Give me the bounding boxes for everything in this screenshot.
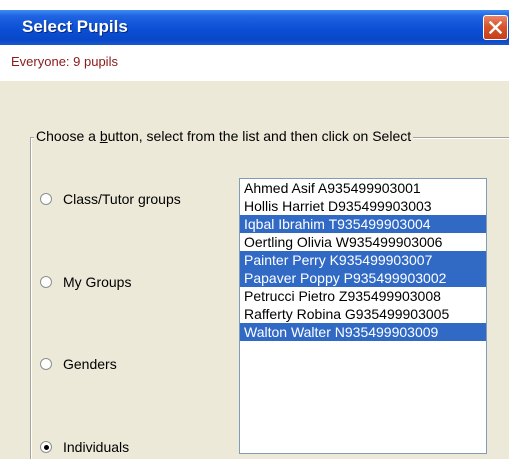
radio-label: Genders (63, 356, 117, 372)
close-button[interactable] (483, 15, 508, 40)
list-item[interactable]: Papaver Poppy P935499903002 (240, 269, 486, 287)
radio-circle[interactable] (40, 276, 52, 288)
pupil-listbox[interactable]: Ahmed Asif A935499903001 Hollis Harriet … (239, 178, 487, 454)
radio-individuals[interactable]: Individuals (40, 439, 129, 455)
groupbox-legend: Choose a button, select from the list an… (34, 128, 414, 144)
radio-circle[interactable] (40, 193, 52, 205)
radio-label: Class/Tutor groups (63, 191, 181, 207)
radio-label: Individuals (63, 439, 130, 455)
radio-label: My Groups (63, 274, 132, 290)
radio-my-groups[interactable]: My Groups (40, 274, 131, 290)
radio-class-tutor-groups[interactable]: Class/Tutor groups (40, 191, 181, 207)
list-item[interactable]: Rafferty Robina G935499903005 (240, 305, 486, 323)
summary-text: Everyone: 9 pupils (11, 54, 118, 69)
list-item[interactable]: Oertling Olivia W935499903006 (240, 233, 486, 251)
list-item[interactable]: Iqbal Ibrahim T935499903004 (240, 215, 486, 233)
radio-genders[interactable]: Genders (40, 356, 117, 372)
window-title: Select Pupils (22, 17, 128, 36)
list-item[interactable]: Walton Walter N935499903009 (240, 323, 486, 341)
list-item[interactable]: Ahmed Asif A935499903001 (240, 179, 486, 197)
radio-circle[interactable] (40, 441, 52, 453)
close-x-icon (489, 21, 502, 34)
select-pupils-dialog: Select Pupils Everyone: 9 pupils Choose … (0, 10, 509, 459)
list-item[interactable]: Painter Perry K935499903007 (240, 251, 486, 269)
radio-circle[interactable] (40, 358, 52, 370)
list-item[interactable]: Hollis Harriet D935499903003 (240, 197, 486, 215)
radio-dot (44, 445, 49, 450)
list-item[interactable]: Petrucci Pietro Z935499903008 (240, 287, 486, 305)
title-bar[interactable]: Select Pupils (0, 10, 509, 45)
summary-panel: Everyone: 9 pupils (0, 45, 509, 81)
